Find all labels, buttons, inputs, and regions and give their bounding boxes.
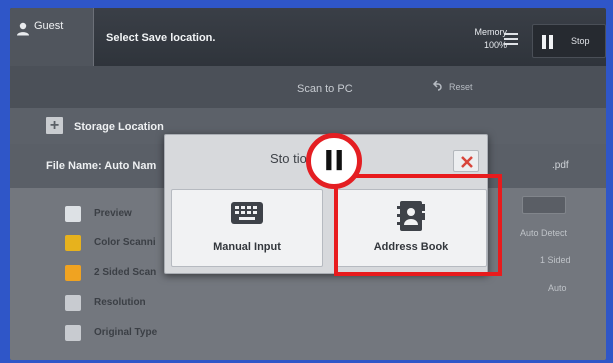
color-scanning-icon bbox=[65, 235, 81, 251]
list-item-label: Preview bbox=[94, 208, 132, 219]
header-bar: Guest Select Save location. Memory 100% … bbox=[10, 8, 606, 66]
step-number-badge: II bbox=[306, 133, 362, 189]
two-sided-scanning-icon bbox=[65, 265, 81, 281]
keyboard-icon bbox=[231, 202, 263, 224]
preview-icon bbox=[65, 206, 81, 222]
list-item-resolution[interactable]: Resolution bbox=[58, 292, 198, 316]
plus-icon: + bbox=[46, 117, 63, 134]
user-icon bbox=[17, 22, 29, 36]
touch-screen: Guest Select Save location. Memory 100% … bbox=[10, 8, 606, 360]
list-item-label: Resolution bbox=[94, 297, 146, 308]
close-icon bbox=[461, 156, 473, 168]
reset-label: Reset bbox=[449, 82, 473, 92]
stop-label: Stop bbox=[571, 36, 590, 46]
original-type-icon bbox=[65, 325, 81, 341]
reset-icon bbox=[432, 80, 442, 91]
hamburger-icon bbox=[500, 33, 522, 45]
file-extension: .pdf bbox=[552, 160, 569, 171]
close-button[interactable] bbox=[453, 150, 479, 172]
resolution-icon bbox=[65, 295, 81, 311]
storage-location-label: Storage Location bbox=[74, 121, 164, 133]
address-book-highlight bbox=[334, 174, 502, 276]
preview-toggle[interactable] bbox=[522, 196, 566, 214]
list-item-original-type[interactable]: Original Type bbox=[58, 322, 198, 346]
user-login-button[interactable]: Guest bbox=[10, 8, 94, 66]
file-name-label: File Name: Auto Nam bbox=[46, 160, 157, 172]
device-frame: Guest Select Save location. Memory 100% … bbox=[0, 0, 613, 363]
color-scanning-value: Auto Detect bbox=[520, 228, 568, 238]
app-subheader: Scan to PC Reset bbox=[10, 66, 606, 108]
menu-button[interactable] bbox=[500, 30, 522, 50]
app-title: Scan to PC bbox=[297, 83, 353, 95]
pause-icon bbox=[542, 35, 554, 49]
stop-button[interactable]: Stop bbox=[532, 24, 606, 58]
list-item-label: Color Scanni bbox=[94, 237, 156, 248]
user-label: Guest bbox=[34, 20, 64, 32]
resolution-value: Auto bbox=[548, 283, 567, 293]
two-sided-value: 1 Sided bbox=[540, 255, 571, 265]
list-item-label: 2 Sided Scan bbox=[94, 267, 157, 278]
manual-input-button[interactable]: Manual Input bbox=[171, 189, 323, 267]
manual-input-label: Manual Input bbox=[213, 241, 281, 253]
instruction-message: Select Save location. bbox=[106, 32, 216, 44]
list-item-label: Original Type bbox=[94, 327, 158, 338]
